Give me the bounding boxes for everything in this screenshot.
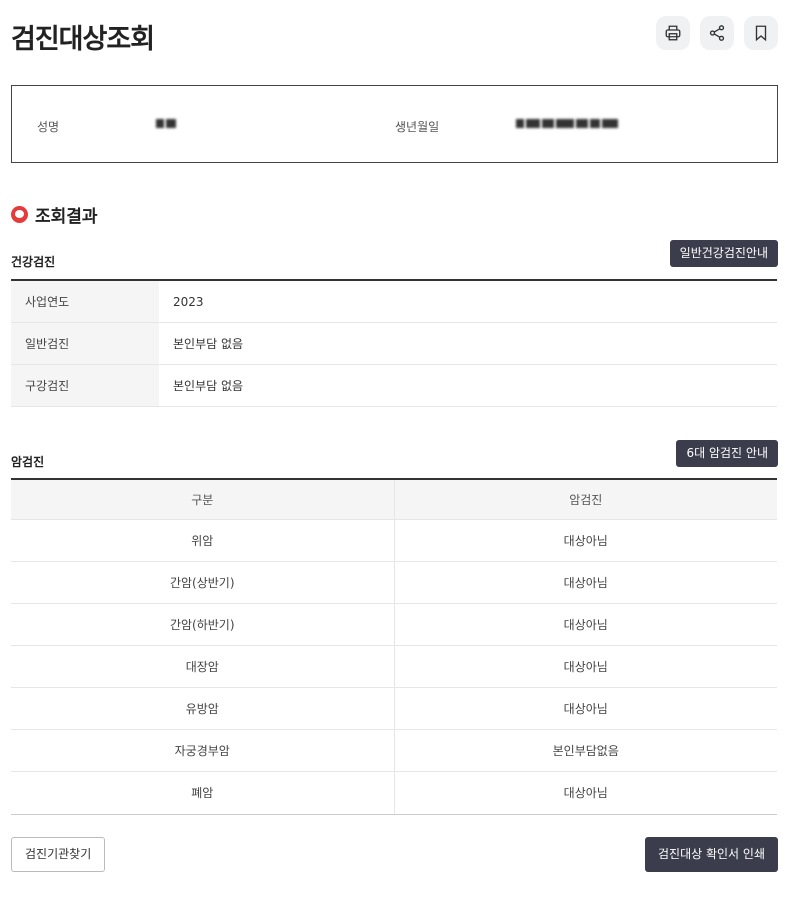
table-row: 간암(하반기) 대상아님 — [11, 604, 777, 646]
table-row: 일반검진 본인부담 없음 — [11, 323, 777, 365]
header-actions — [656, 16, 778, 50]
cancer-checkup-guide-button[interactable]: 6대 암검진 안내 — [676, 440, 778, 467]
cancer-checkup-table: 구분 암검진 위암 대상아님 간암(상반기) 대상아님 간암(하반기) 대상아님… — [11, 478, 777, 815]
health-checkup-title: 건강검진 — [11, 255, 56, 269]
birth-label: 생년월일 — [395, 120, 440, 134]
table-row: 유방암 대상아님 — [11, 688, 777, 730]
share-icon — [709, 25, 725, 41]
table-row: 폐암 대상아님 — [11, 772, 777, 814]
table-row: 사업연도 2023 — [11, 281, 777, 323]
printer-icon — [665, 25, 681, 41]
row-value: 본인부담 없음 — [173, 337, 244, 351]
name-label: 성명 — [37, 120, 60, 134]
cancer-type: 대장암 — [11, 646, 395, 687]
column-header: 암검진 — [569, 493, 603, 507]
cancer-status: 대상아님 — [563, 660, 608, 674]
print-button[interactable] — [656, 16, 690, 50]
cancer-status: 대상아님 — [563, 534, 608, 548]
share-button[interactable] — [700, 16, 734, 50]
row-label: 일반검진 — [11, 323, 159, 364]
person-info-box: 성명 생년월일 — [11, 85, 778, 163]
row-value: 2023 — [173, 295, 204, 309]
table-row: 구강검진 본인부담 없음 — [11, 365, 777, 407]
page-title: 검진대상조회 — [11, 24, 155, 55]
cancer-status: 본인부담없음 — [552, 744, 619, 758]
find-institution-button[interactable]: 검진기관찾기 — [11, 837, 106, 872]
cancer-type: 자궁경부암 — [11, 730, 395, 771]
table-header-row: 구분 암검진 — [11, 480, 777, 520]
health-checkup-table: 사업연도 2023 일반검진 본인부담 없음 구강검진 본인부담 없음 — [11, 279, 777, 407]
table-row: 간암(상반기) 대상아님 — [11, 562, 777, 604]
cancer-type: 간암(상반기) — [11, 562, 395, 603]
bookmark-icon — [755, 25, 767, 42]
birth-value-redacted — [516, 116, 618, 130]
table-row: 위암 대상아님 — [11, 520, 777, 562]
cancer-status: 대상아님 — [563, 702, 608, 716]
heart-icon — [11, 206, 28, 223]
cancer-type: 간암(하반기) — [11, 604, 395, 645]
cancer-type: 유방암 — [11, 688, 395, 729]
row-label: 사업연도 — [11, 281, 159, 322]
row-value: 본인부담 없음 — [173, 379, 244, 393]
column-header: 구분 — [11, 480, 395, 519]
name-value-redacted — [156, 116, 176, 130]
result-heading: 조회결과 — [11, 202, 98, 227]
cancer-status: 대상아님 — [563, 618, 608, 632]
result-title: 조회결과 — [35, 207, 98, 227]
cancer-status: 대상아님 — [563, 576, 608, 590]
bookmark-button[interactable] — [744, 16, 778, 50]
cancer-checkup-title: 암검진 — [11, 455, 45, 469]
general-checkup-guide-button[interactable]: 일반건강검진안내 — [669, 240, 778, 267]
cancer-type: 폐암 — [11, 772, 395, 814]
table-row: 자궁경부암 본인부담없음 — [11, 730, 777, 772]
print-confirmation-button[interactable]: 검진대상 확인서 인쇄 — [645, 837, 778, 872]
cancer-status: 대상아님 — [563, 786, 608, 800]
table-row: 대장암 대상아님 — [11, 646, 777, 688]
row-label: 구강검진 — [11, 365, 159, 406]
cancer-type: 위암 — [11, 520, 395, 561]
